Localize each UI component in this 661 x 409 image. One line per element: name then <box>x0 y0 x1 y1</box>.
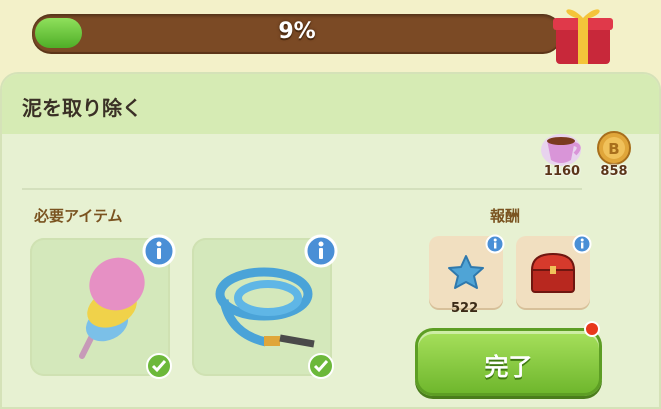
coin-count: 858 <box>600 164 628 179</box>
reward-star-count: 522 <box>451 301 479 316</box>
panel-header: 泥を取り除く <box>2 74 659 134</box>
info-icon[interactable] <box>572 234 592 254</box>
info-icon[interactable] <box>304 234 338 268</box>
resource-coin: B 858 <box>588 130 640 182</box>
rewards-label: 報酬 <box>490 207 521 225</box>
teacup-count: 1160 <box>543 164 581 179</box>
progress-label: 9% <box>278 19 316 44</box>
resource-teacup: 1160 <box>536 130 588 182</box>
info-icon[interactable] <box>142 234 176 268</box>
panel-title: 泥を取り除く <box>22 96 142 120</box>
notification-dot <box>584 321 600 337</box>
complete-button[interactable]: 完了 <box>415 328 602 396</box>
info-icon[interactable] <box>485 234 505 254</box>
feather-duster-icon <box>79 257 145 359</box>
complete-button-label: 完了 <box>484 353 533 381</box>
required-items-label: 必要アイテム <box>34 207 123 225</box>
gift-box-icon[interactable] <box>548 0 618 66</box>
check-icon <box>308 353 334 379</box>
svg-text:B: B <box>608 140 619 158</box>
reward-star[interactable] <box>429 234 505 308</box>
red-chest-icon <box>530 252 576 293</box>
required-item-hose[interactable] <box>192 234 338 379</box>
progress-bar: 9% <box>32 14 562 52</box>
check-icon <box>146 353 172 379</box>
divider <box>22 188 582 190</box>
required-item-duster[interactable] <box>30 234 176 379</box>
blue-star-icon <box>448 255 484 289</box>
water-hose-icon <box>215 267 315 348</box>
reward-chest[interactable] <box>516 234 592 308</box>
